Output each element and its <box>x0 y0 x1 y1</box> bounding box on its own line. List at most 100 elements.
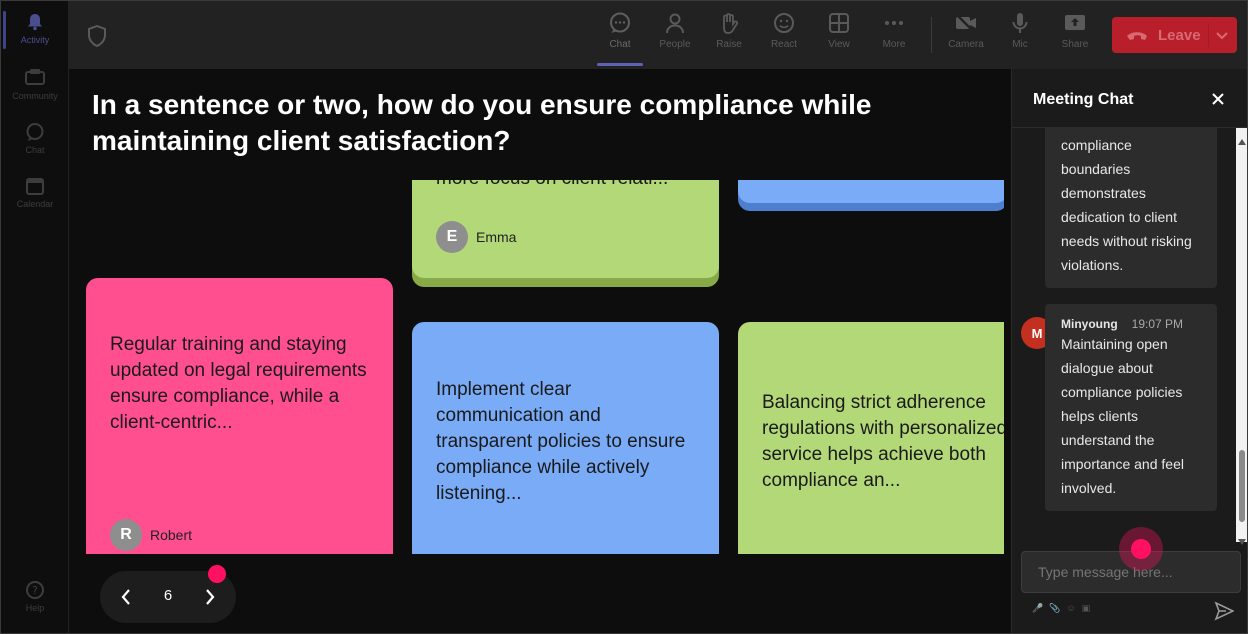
message-line: compliance policies <box>1061 384 1183 400</box>
send-icon[interactable] <box>1214 601 1235 621</box>
rail-item-activity[interactable]: Activity <box>1 5 69 55</box>
rail-label: Help <box>25 603 45 613</box>
notification-dot <box>208 565 226 583</box>
grid-view-icon <box>827 11 851 35</box>
toolbar-divider <box>931 17 932 53</box>
svg-text:?: ? <box>32 584 38 597</box>
response-card-emma[interactable]: more focus on client relati... E Emma <box>412 180 719 278</box>
toolbar-label: Raise <box>716 39 742 50</box>
toolbar-label: People <box>659 39 691 50</box>
toolbar-label: View <box>828 39 850 50</box>
author-name: Emma <box>476 229 517 245</box>
scroll-up-icon[interactable] <box>1238 132 1246 145</box>
mic-icon <box>1008 11 1032 35</box>
share-icon <box>1063 11 1087 35</box>
chat-icon <box>608 11 632 35</box>
toolbar-label: Share <box>1061 39 1089 50</box>
community-icon <box>24 67 46 89</box>
toolbar-react-button[interactable]: React <box>759 11 809 63</box>
toolbar-raise-button[interactable]: Raise <box>704 11 754 63</box>
message-line: involved. <box>1061 480 1117 496</box>
calendar-icon <box>24 175 46 197</box>
help-icon: ? <box>24 579 46 601</box>
leave-divider <box>1208 23 1209 47</box>
rail-item-help[interactable]: ? Help <box>1 573 69 623</box>
chevron-right-icon[interactable] <box>200 587 220 607</box>
toolbar-label: React <box>770 39 798 50</box>
response-card-green[interactable]: Balancing strict adherence regulations w… <box>738 322 1004 554</box>
card-text: more focus on client relati... <box>436 180 706 192</box>
card-author: R Robert <box>110 519 192 551</box>
more-icon <box>882 11 906 35</box>
bell-icon <box>24 11 46 33</box>
scroll-down-icon[interactable] <box>1238 532 1246 545</box>
chat-title: Meeting Chat <box>1033 91 1134 108</box>
message-line: dedication to client <box>1061 209 1177 225</box>
card-text: Implement clear communication and transp… <box>436 379 686 504</box>
active-tab-indicator <box>597 63 643 66</box>
avatar: R <box>110 519 142 551</box>
app-rail: Activity Community Chat Calendar ? Help <box>1 1 69 633</box>
author-name: Robert <box>150 527 193 543</box>
shield-icon <box>87 24 107 48</box>
chat-formatting-tools: 🎤 📎 ☺ ▣ <box>1032 603 1090 614</box>
message-author: Minyoung <box>1061 317 1118 331</box>
message-line: needs without risking <box>1061 233 1192 249</box>
card-text: Balancing strict adherence regulations w… <box>762 392 1004 491</box>
message-line: dialogue about <box>1061 360 1153 376</box>
toolbar-share-button[interactable]: Share <box>1050 11 1100 63</box>
response-card-blue[interactable]: Implement clear communication and transp… <box>412 322 719 554</box>
rail-label: Chat <box>25 145 45 155</box>
toolbar-camera-button[interactable]: Camera <box>941 11 991 63</box>
message-line: Maintaining open <box>1061 336 1168 352</box>
people-icon <box>663 11 687 35</box>
message-line: demonstrates <box>1061 185 1146 201</box>
mic-icon[interactable]: 🎤 <box>1032 603 1043 614</box>
chat-scrollbar[interactable] <box>1236 128 1247 545</box>
toolbar-label: More <box>882 39 906 50</box>
rail-label: Community <box>12 91 58 101</box>
response-card-blue-top[interactable] <box>738 180 1004 203</box>
presentation-stage: In a sentence or two, how do you ensure … <box>69 69 1011 633</box>
rail-label: Activity <box>20 35 50 45</box>
message-time: 19:07 PM <box>1131 317 1184 331</box>
chevron-left-icon[interactable] <box>116 587 136 607</box>
close-icon[interactable] <box>1210 91 1226 107</box>
toolbar-people-button[interactable]: People <box>650 11 700 63</box>
card-text: Regular training and staying updated on … <box>110 334 367 433</box>
toolbar-chat-button[interactable]: Chat <box>595 11 645 63</box>
cursor-dot <box>1131 539 1151 559</box>
chat-icon <box>24 121 46 143</box>
rail-item-calendar[interactable]: Calendar <box>1 169 69 219</box>
toolbar-label: Mic <box>1012 39 1028 50</box>
camera-off-icon <box>954 11 978 35</box>
toolbar-more-button[interactable]: More <box>869 11 919 63</box>
leave-label: Leave <box>1158 26 1201 44</box>
card-author: E Emma <box>436 221 516 253</box>
chevron-down-icon[interactable] <box>1214 27 1230 43</box>
scroll-thumb[interactable] <box>1239 450 1245 522</box>
rail-item-community[interactable]: Community <box>1 61 69 111</box>
rail-label: Calendar <box>16 199 54 209</box>
leave-button[interactable]: Leave <box>1112 17 1237 53</box>
gif-icon[interactable]: ▣ <box>1082 603 1091 614</box>
cards-board: more focus on client relati... E Emma Re… <box>69 180 1004 554</box>
toolbar-view-button[interactable]: View <box>814 11 864 63</box>
raise-hand-icon <box>717 11 741 35</box>
page-number: 6 <box>163 587 173 604</box>
attach-icon[interactable]: 📎 <box>1049 603 1060 614</box>
toolbar-mic-button[interactable]: Mic <box>995 11 1045 63</box>
toolbar-label: Camera <box>948 39 984 50</box>
meeting-toolbar: Chat People Raise React View More Camera… <box>69 1 1247 69</box>
message-line: boundaries <box>1061 161 1131 177</box>
response-card-robert[interactable]: Regular training and staying updated on … <box>86 278 393 554</box>
meeting-window: Activity Community Chat Calendar ? Help <box>0 0 1248 634</box>
message-line: understand the <box>1061 432 1155 448</box>
phone-hangup-icon <box>1126 29 1148 41</box>
message-line: violations. <box>1061 257 1124 273</box>
rail-item-chat[interactable]: Chat <box>1 115 69 165</box>
cursor-indicator <box>1119 527 1163 571</box>
smiley-icon[interactable]: ☺ <box>1066 603 1075 614</box>
message-line: compliance <box>1061 137 1132 153</box>
question-title: In a sentence or two, how do you ensure … <box>92 89 872 156</box>
